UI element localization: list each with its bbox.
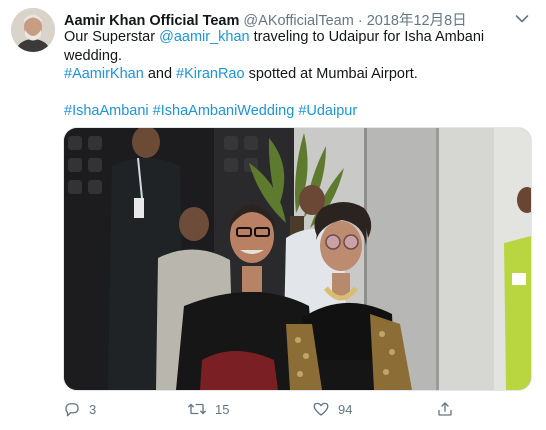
reply-button[interactable]: 3 [63,400,96,418]
reply-count: 3 [89,401,97,417]
tweet-text-line-3: #AamirKhan and #KiranRao spotted at Mumb… [64,65,534,84]
tweet-photo[interactable] [63,127,532,391]
tweet-text-line-1: Our Superstar @aamir_khan traveling to U… [64,28,534,47]
hashtag-line: #IshaAmbani #IshaAmbaniWedding #Udaipur [64,102,534,121]
avatar[interactable] [11,8,55,52]
tweet-text-line-2: wedding. [64,47,123,64]
tweet-card[interactable]: Aamir Khan Official Team @AKofficialTeam… [0,0,546,430]
tweet-date[interactable]: 2018年12月8日 [367,13,467,29]
hashtag-link[interactable]: #IshaAmbaniWedding [153,103,295,119]
retweet-count: 15 [215,401,230,417]
text-segment: Our Superstar [64,29,160,45]
like-count: 94 [338,401,353,417]
like-button[interactable]: 94 [312,400,352,418]
tweet-header: Aamir Khan Official Team @AKofficialTeam… [64,9,467,29]
share-button[interactable] [436,400,454,418]
tweet-actions: 3 15 94 [63,400,533,418]
like-icon [312,400,330,418]
author-name[interactable]: Aamir Khan Official Team [64,13,239,29]
separator-dot: · [357,13,363,29]
text-segment: and [143,66,177,82]
share-icon [436,400,454,418]
hashtag-link[interactable]: #IshaAmbani [64,103,149,119]
retweet-icon [187,400,207,418]
text-segment: traveling to Udaipur for Isha Ambani [249,29,485,45]
reply-icon [63,400,81,418]
text-segment: spotted at Mumbai Airport. [244,66,418,82]
chevron-down-icon[interactable] [515,11,529,23]
retweet-button[interactable]: 15 [187,400,229,418]
tweet-text: Our Superstar @aamir_khan traveling to U… [64,28,534,120]
hashtag-link[interactable]: #Udaipur [298,103,357,119]
hashtag-link[interactable]: #KiranRao [176,66,245,82]
author-handle[interactable]: @AKofficialTeam [243,13,353,29]
mention-link[interactable]: @aamir_khan [159,29,249,45]
hashtag-link[interactable]: #AamirKhan [64,66,144,82]
